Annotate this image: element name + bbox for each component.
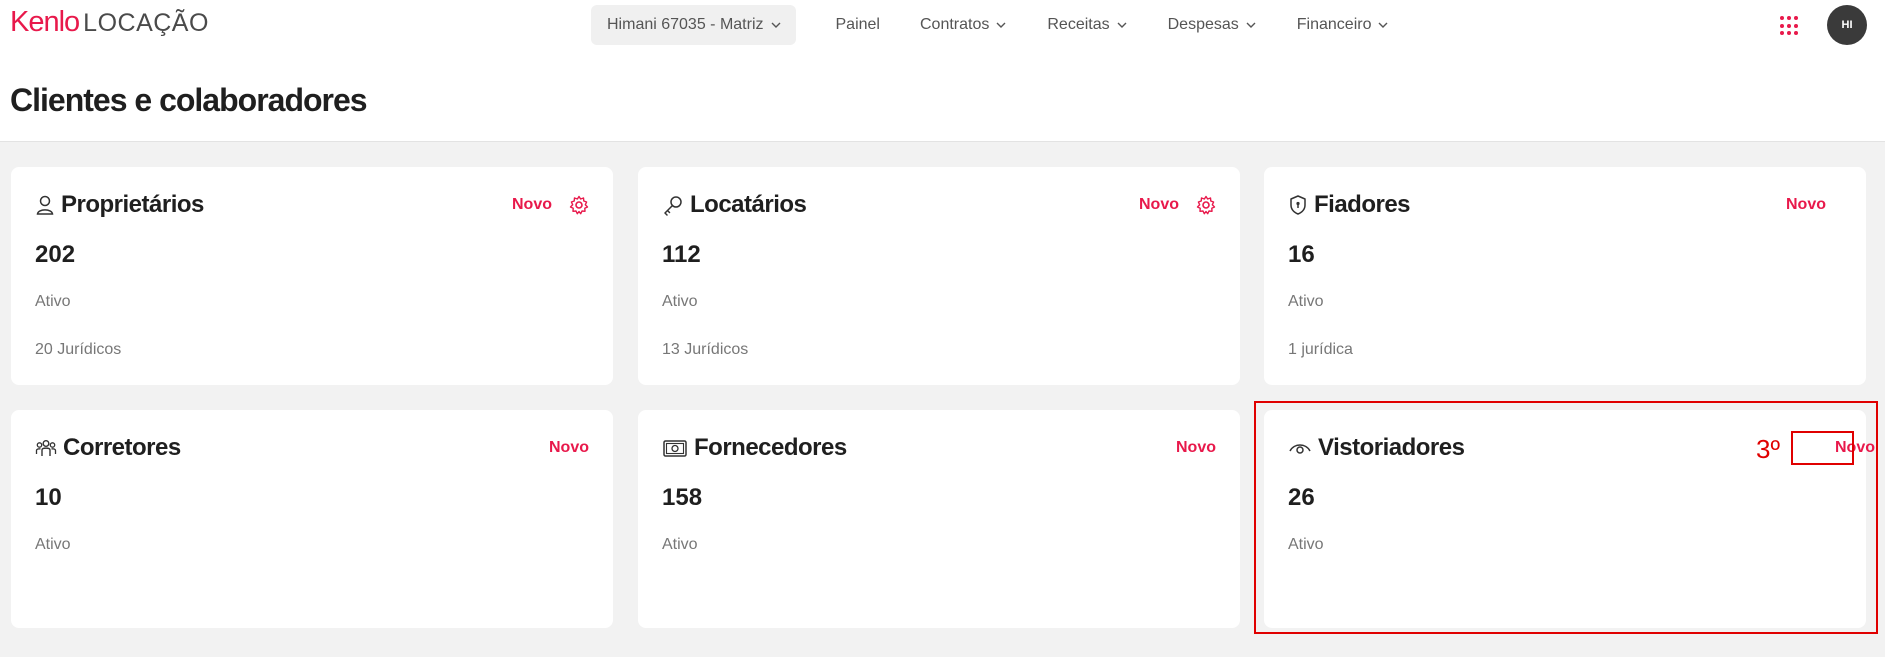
- new-fornecedor-button[interactable]: Novo: [1176, 439, 1216, 457]
- annotation-button-highlight: [1791, 431, 1854, 465]
- nav-item-label: Painel: [835, 16, 880, 33]
- card-count: 10: [35, 484, 62, 511]
- logo-product: LOCAÇÃO: [83, 9, 209, 37]
- page-title: Clientes e colaboradores: [10, 82, 368, 118]
- card-fiadores[interactable]: Fiadores Novo 16 Ativo 1 jurídica: [1264, 167, 1866, 385]
- chevron-down-icon: [1117, 22, 1127, 28]
- card-status: Ativo: [662, 536, 698, 553]
- nav-item-despesas[interactable]: Despesas: [1168, 16, 1257, 34]
- nav-item-label: Financeiro: [1296, 16, 1372, 33]
- card-count: 202: [35, 241, 76, 268]
- chevron-down-icon: [1378, 22, 1388, 28]
- main-nav: Himani 67035 - Matriz Painel Contratos R…: [591, 5, 1389, 45]
- card-count: 158: [662, 484, 703, 511]
- card-title-label: Corretores: [63, 434, 181, 461]
- avatar[interactable]: HI: [1827, 5, 1867, 45]
- new-locatario-button[interactable]: Novo: [1139, 196, 1179, 214]
- team-icon: [35, 440, 57, 456]
- card-status: Ativo: [35, 293, 71, 310]
- logo-brand: Kenlo: [10, 6, 80, 38]
- card-title: Fiadores: [1288, 191, 1411, 219]
- card-status: Ativo: [1288, 293, 1324, 310]
- card-count: 16: [1288, 241, 1315, 268]
- grid-dots-icon[interactable]: [1780, 16, 1800, 36]
- annotation-step-label: 3º: [1756, 434, 1780, 464]
- nav-item-receitas[interactable]: Receitas: [1047, 16, 1127, 34]
- gear-icon[interactable]: [569, 195, 589, 215]
- gear-icon[interactable]: [1196, 195, 1216, 215]
- nav-item-label: Receitas: [1047, 16, 1110, 33]
- new-fiador-button[interactable]: Novo: [1786, 196, 1826, 214]
- user-icon: [36, 195, 54, 215]
- card-title: Locatários: [662, 191, 807, 219]
- card-title-label: Locatários: [690, 191, 807, 218]
- card-title: Corretores: [35, 434, 181, 462]
- card-fornecedores[interactable]: Fornecedores Novo 158 Ativo: [638, 410, 1240, 628]
- card-title: Proprietários: [35, 191, 204, 219]
- nav-item-contratos[interactable]: Contratos: [920, 16, 1007, 34]
- kenlo-logo[interactable]: Kenlo LOCAÇÃO: [10, 6, 209, 39]
- card-title: Fornecedores: [662, 434, 847, 462]
- chevron-down-icon: [771, 22, 780, 28]
- money-icon: [663, 440, 687, 457]
- top-navbar: Kenlo LOCAÇÃO Himani 67035 - Matriz Pain…: [0, 0, 1885, 50]
- chevron-down-icon: [996, 22, 1006, 28]
- card-title-label: Proprietários: [61, 191, 204, 218]
- card-status: Ativo: [662, 293, 698, 310]
- branch-selector-label: Himani 67035 - Matriz: [607, 16, 764, 33]
- card-juridicos: 20 Jurídicos: [35, 341, 122, 358]
- avatar-initials: HI: [1841, 19, 1853, 31]
- nav-item-painel[interactable]: Painel: [836, 16, 880, 34]
- card-proprietarios[interactable]: Proprietários Novo 202 Ativo 20 Jurídico…: [11, 167, 613, 385]
- card-title-label: Fornecedores: [694, 434, 847, 461]
- key-icon: [664, 196, 682, 216]
- nav-item-label: Contratos: [919, 16, 990, 33]
- branch-selector[interactable]: Himani 67035 - Matriz: [591, 5, 796, 45]
- card-count: 112: [662, 241, 701, 268]
- card-juridicos: 13 Jurídicos: [662, 341, 749, 358]
- chevron-down-icon: [1246, 22, 1256, 28]
- annotation-card-highlight: [1254, 401, 1878, 634]
- nav-item-financeiro[interactable]: Financeiro: [1297, 16, 1390, 34]
- new-proprietario-button[interactable]: Novo: [512, 196, 552, 214]
- nav-item-label: Despesas: [1167, 16, 1239, 33]
- card-juridicos: 1 jurídica: [1288, 341, 1353, 358]
- card-title-label: Fiadores: [1314, 191, 1411, 218]
- shield-icon: [1290, 195, 1306, 215]
- new-corretor-button[interactable]: Novo: [549, 439, 589, 457]
- card-corretores[interactable]: Corretores Novo 10 Ativo: [11, 410, 613, 628]
- card-status: Ativo: [35, 536, 71, 553]
- card-locatarios[interactable]: Locatários Novo 112 Ativo 13 Jurídicos: [638, 167, 1240, 385]
